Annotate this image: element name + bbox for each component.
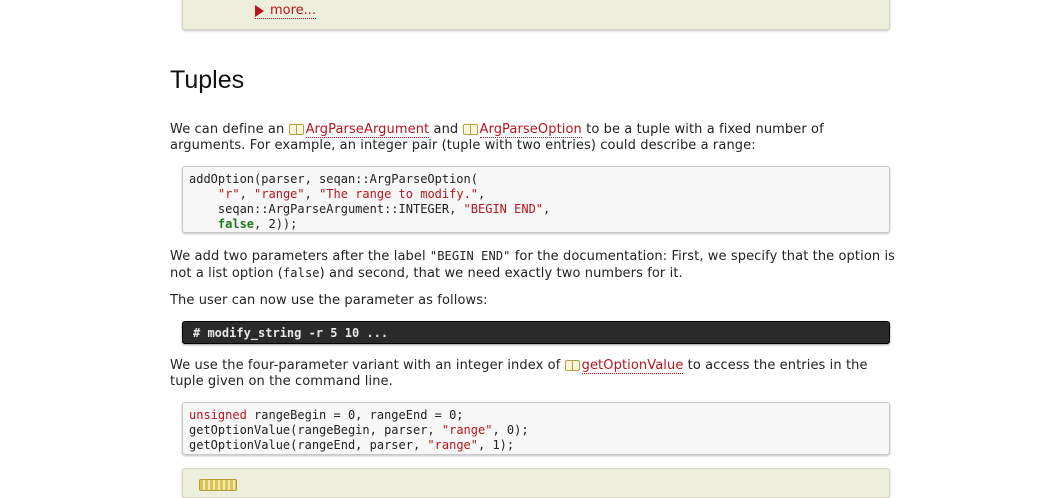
note-box (182, 468, 890, 498)
code-string: "BEGIN END" (463, 202, 544, 216)
paragraph-define-tuple: We can define an ArgParseArgument and Ar… (170, 122, 902, 154)
pencil-icon (199, 479, 237, 491)
more-link[interactable]: more... (255, 3, 317, 19)
info-box: more... (182, 0, 890, 30)
code-line: getOptionValue(rangeBegin, parser, (189, 423, 442, 437)
text: We add two parameters after the label (170, 249, 430, 264)
book-icon (462, 124, 478, 135)
code-keyword: false (217, 217, 255, 231)
code-block-getoptionvalue: unsigned rangeBegin = 0, rangeEnd = 0; g… (182, 402, 890, 455)
paragraph-getoptionvalue: We use the four-parameter variant with a… (170, 358, 902, 390)
link-getoptionvalue[interactable]: getOptionValue (581, 358, 684, 374)
text: We can define an (170, 122, 289, 137)
text: We use the four-parameter variant with a… (170, 358, 565, 373)
code-line: rangeBegin = 0, rangeEnd = 0; (246, 408, 464, 422)
inline-code: "BEGIN END" (429, 249, 511, 263)
link-argparseargument[interactable]: ArgParseArgument (305, 122, 430, 138)
book-icon (288, 124, 304, 135)
code-string: "range" (441, 423, 493, 437)
link-argparseoption[interactable]: ArgParseOption (479, 122, 582, 138)
code-line: getOptionValue(rangeEnd, parser, (189, 438, 428, 452)
section-title: Tuples (170, 66, 245, 94)
code-line: seqan::ArgParseArgument::INTEGER, (217, 202, 464, 216)
code-string: "The range to modify." (319, 187, 479, 201)
code-string: "r" (217, 187, 240, 201)
text: and (429, 122, 463, 137)
code-line: addOption(parser, seqan::ArgParseOption( (189, 172, 478, 186)
code-line: , 1); (478, 438, 515, 452)
code-string: "range" (427, 438, 478, 452)
inline-code: false (282, 266, 320, 280)
code-keyword: unsigned (189, 408, 247, 422)
paragraph-usage: The user can now use the parameter as fo… (170, 293, 488, 308)
code-line: , 2)); (254, 217, 298, 231)
code-block-addoption: addOption(parser, seqan::ArgParseOption(… (182, 166, 890, 233)
code-string: "range" (254, 187, 305, 201)
book-icon (564, 360, 580, 371)
paragraph-parameters: We add two parameters after the label "B… (170, 248, 902, 282)
triangle-right-icon (255, 5, 264, 17)
text: ) and second, that we need exactly two n… (319, 266, 683, 281)
shell-command-block: # modify_string -r 5 10 ... (182, 321, 890, 344)
code-line: , 0); (492, 423, 529, 437)
more-label: more... (270, 3, 317, 18)
